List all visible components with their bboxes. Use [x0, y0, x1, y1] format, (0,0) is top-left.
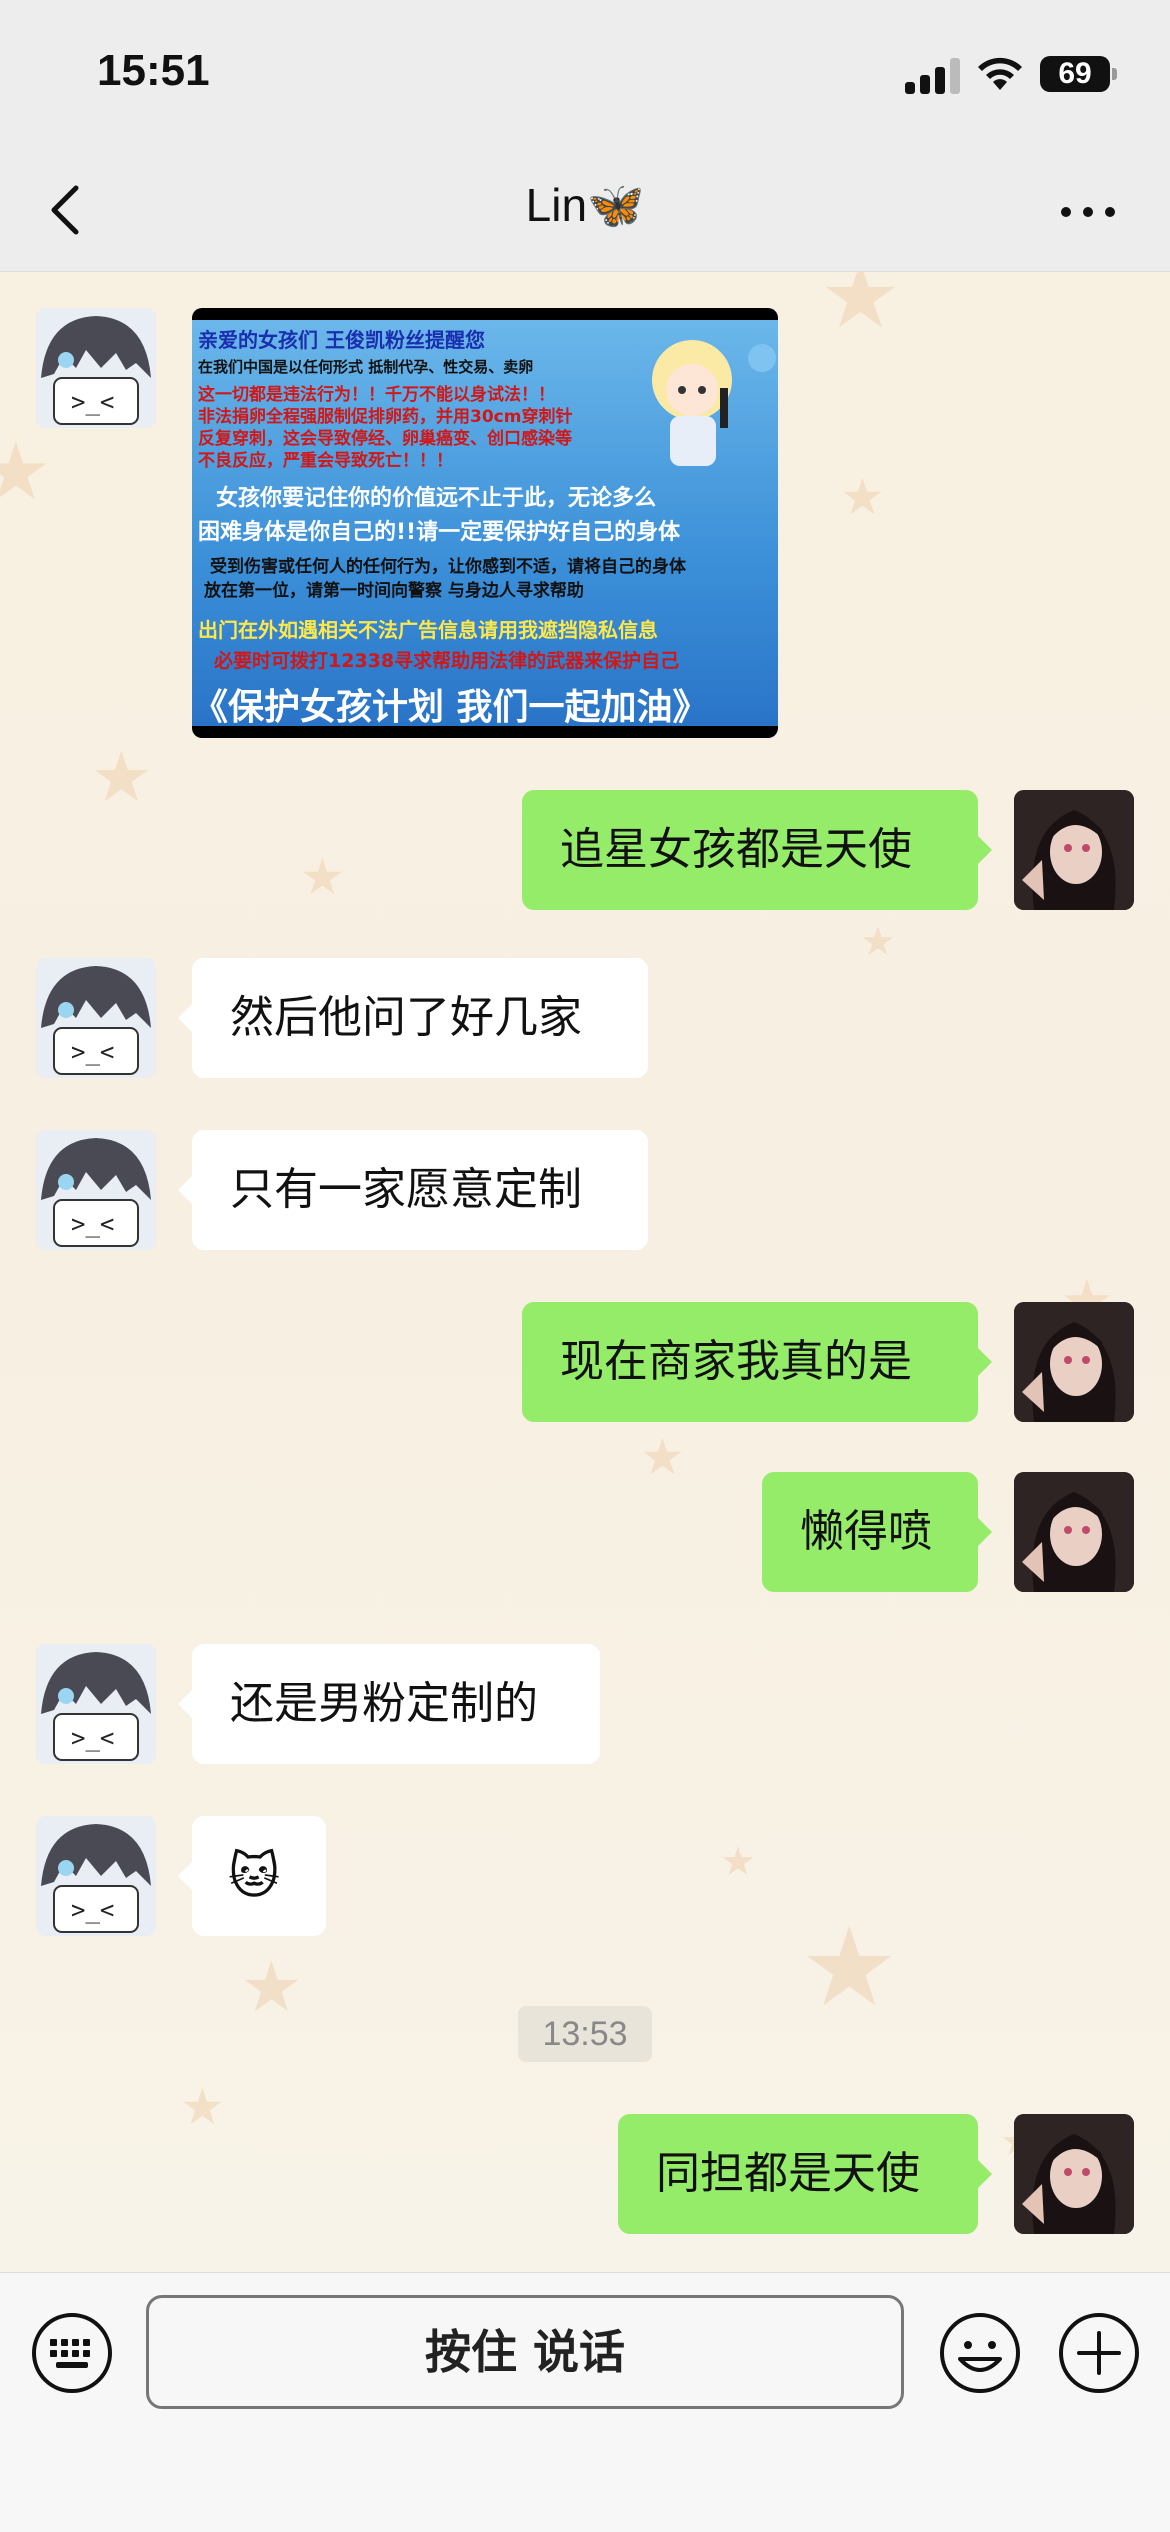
- star-decoration: ★: [800, 1903, 899, 2031]
- avatar-photo: [1014, 790, 1134, 910]
- avatar-photo: [1014, 2114, 1134, 2234]
- svg-text:>_<: >_<: [71, 1038, 114, 1066]
- star-decoration: ★: [0, 425, 52, 518]
- avatar[interactable]: >_<: [36, 1644, 156, 1764]
- star-decoration: ★: [720, 1839, 756, 1885]
- svg-text:>_<: >_<: [71, 1210, 114, 1238]
- keyboard-icon[interactable]: [30, 2311, 114, 2395]
- star-decoration: ★: [90, 736, 153, 818]
- avatar[interactable]: [1014, 1302, 1134, 1422]
- star-decoration: ★: [640, 1428, 685, 1486]
- chat-header: Lin🦋: [0, 150, 1170, 272]
- poster-line: 出门在外如遇相关不法广告信息请用我遮挡隐私信息: [198, 618, 658, 642]
- message-bubble-sent[interactable]: 同担都是天使: [618, 2114, 992, 2234]
- status-time: 15:51: [97, 46, 210, 95]
- message-timestamp: 13:53: [518, 2006, 652, 2062]
- avatar[interactable]: >_<: [36, 958, 156, 1078]
- star-decoration: ★: [180, 2078, 225, 2136]
- avatar[interactable]: [1014, 2114, 1134, 2234]
- svg-text:>_<: >_<: [71, 1896, 114, 1924]
- wifi-icon: [978, 57, 1022, 90]
- avatar[interactable]: >_<: [36, 1816, 156, 1936]
- poster-line: 困难身体是你自己的!!请一定要保护好自己的身体: [198, 520, 681, 545]
- emoji-sticker: 🐱: [228, 1847, 281, 1905]
- star-decoration: ★: [820, 272, 901, 349]
- star-decoration: ★: [840, 468, 885, 526]
- message-bubble-received[interactable]: 只有一家愿意定制: [178, 1130, 648, 1250]
- message-bubble-received[interactable]: 🐱: [178, 1816, 326, 1936]
- input-bar: 按住 说话: [0, 2272, 1170, 2532]
- poster-line: 《保护女孩计划 我们一起加油》: [192, 687, 709, 728]
- cartoon-figure-illustration: [652, 340, 776, 466]
- svg-text:>_<: >_<: [71, 1724, 114, 1752]
- message-text: 现在商家我真的是: [560, 1336, 912, 1387]
- image-message[interactable]: 亲爱的女孩们 王俊凯粉丝提醒您 在我们中国是以任何形式 抵制代孕、性交易、卖卵 …: [192, 308, 778, 738]
- poster-line: 女孩你要记住你的价值远不止于此，无论多么: [216, 486, 657, 511]
- message-text: 只有一家愿意定制: [230, 1164, 582, 1215]
- message-bubble-sent[interactable]: 懒得喷: [762, 1472, 992, 1592]
- poster-line: 不良反应，严重会导致死亡！！！: [198, 451, 453, 471]
- poster-line: 受到伤害或任何人的任何行为，让你感到不适，请将自己的身体: [210, 557, 686, 577]
- message-bubble-sent[interactable]: 追星女孩都是天使: [522, 790, 992, 910]
- avatar-photo: [1014, 1472, 1134, 1592]
- avatar[interactable]: >_<: [36, 308, 156, 428]
- star-decoration: ★: [860, 919, 896, 965]
- poster-line: 亲爱的女孩们 王俊凯粉丝提醒您: [198, 328, 485, 352]
- message-text: 追星女孩都是天使: [560, 824, 912, 875]
- svg-text:>_<: >_<: [71, 388, 114, 416]
- avatar-illustration: >_<: [36, 958, 156, 1078]
- emoji-icon[interactable]: [938, 2311, 1022, 2395]
- signal-icon: [905, 58, 961, 94]
- message-text: 懒得喷: [800, 1506, 932, 1557]
- plus-icon[interactable]: [1057, 2311, 1141, 2395]
- avatar-illustration: >_<: [36, 308, 156, 428]
- poster-line: 必要时可拨打12338寻求帮助用法律的武器来保护自己: [214, 650, 680, 672]
- chat-title: Lin🦋: [525, 179, 645, 231]
- message-bubble-sent[interactable]: 现在商家我真的是: [522, 1302, 992, 1422]
- more-icon[interactable]: [1058, 202, 1118, 222]
- poster-line: 在我们中国是以任何形式 抵制代孕、性交易、卖卵: [198, 358, 534, 376]
- avatar[interactable]: [1014, 1472, 1134, 1592]
- message-text: 还是男粉定制的: [230, 1678, 538, 1729]
- poster-image: 亲爱的女孩们 王俊凯粉丝提醒您 在我们中国是以任何形式 抵制代孕、性交易、卖卵 …: [192, 320, 778, 728]
- hold-to-talk-button[interactable]: 按住 说话: [146, 2295, 904, 2409]
- poster-line: 放在第一位，请第一时间向警察 与身边人寻求帮助: [204, 581, 584, 601]
- battery-indicator: 69: [1040, 56, 1117, 92]
- avatar-illustration: >_<: [36, 1644, 156, 1764]
- message-bubble-received[interactable]: 然后他问了好几家: [178, 958, 648, 1078]
- avatar-illustration: >_<: [36, 1816, 156, 1936]
- avatar[interactable]: >_<: [36, 1130, 156, 1250]
- avatar-photo: [1014, 1302, 1134, 1422]
- avatar[interactable]: [1014, 790, 1134, 910]
- status-bar: 15:51 69: [0, 0, 1170, 150]
- message-text: 同担都是天使: [656, 2148, 920, 2199]
- avatar-illustration: >_<: [36, 1130, 156, 1250]
- message-bubble-received[interactable]: 还是男粉定制的: [178, 1644, 600, 1764]
- star-decoration: ★: [240, 1946, 303, 2028]
- message-text: 然后他问了好几家: [230, 992, 582, 1043]
- star-decoration: ★: [300, 848, 345, 906]
